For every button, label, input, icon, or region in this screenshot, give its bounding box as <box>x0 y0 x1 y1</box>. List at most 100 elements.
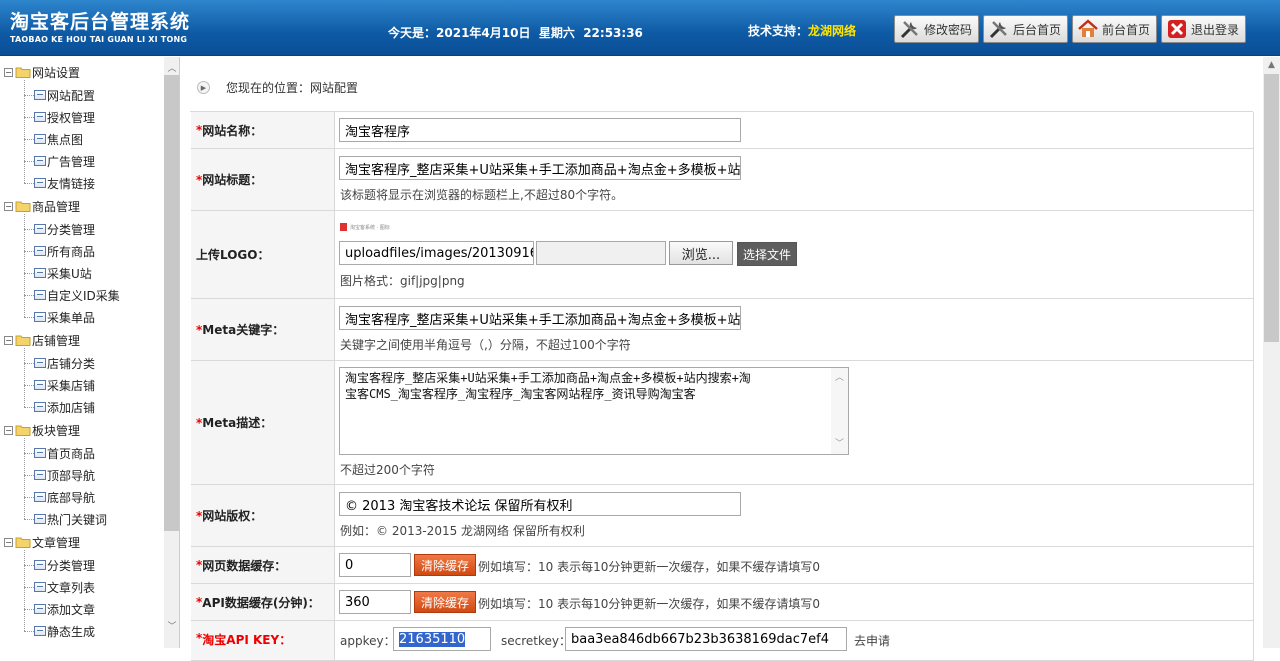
folder-icon <box>15 67 31 78</box>
sidebar-scrollbar-thumb[interactable] <box>164 75 179 531</box>
sidebar-item[interactable]: 热门关键词 <box>34 510 107 528</box>
sidebar-item[interactable]: 顶部导航 <box>34 466 95 484</box>
sidebar-item[interactable]: 首页商品 <box>34 444 95 462</box>
page-icon <box>34 380 46 390</box>
collapse-icon[interactable]: − <box>4 201 13 211</box>
sidebar-item[interactable]: 添加店铺 <box>34 398 95 416</box>
chevron-down-icon: ﹀ <box>835 439 845 449</box>
chevron-up-icon: ︿ <box>835 373 845 383</box>
sidebar-item[interactable]: 自定义ID采集 <box>34 286 120 304</box>
page-icon <box>34 134 46 144</box>
change-password-button[interactable]: 修改密码 <box>894 15 980 43</box>
collapse-icon[interactable]: − <box>4 425 13 435</box>
home-icon <box>1078 19 1098 37</box>
page-icon <box>34 358 46 368</box>
sidebar-item[interactable]: 采集单品 <box>34 308 95 326</box>
page-icon <box>34 448 46 458</box>
chevron-down-icon[interactable]: ﹀ <box>164 617 179 633</box>
api-cache-input[interactable]: 360 <box>339 590 411 614</box>
folder-icon <box>15 335 31 346</box>
choose-file-button[interactable]: 选择文件 <box>737 242 798 266</box>
row-page-cache: * 网页数据缓存： 0 清除缓存 例如填写：10 表示每10分钟更新一次缓存，如果… <box>191 547 1254 584</box>
sidebar-item[interactable]: 静态生成 <box>34 622 95 640</box>
row-meta-keywords: * Meta关键字： 淘宝客程序_整店采集+U站采集+手工添加商品+淘点金+多模板… <box>191 299 1254 361</box>
admin-home-button[interactable]: 后台首页 <box>983 15 1069 43</box>
front-home-button[interactable]: 前台首页 <box>1072 15 1158 43</box>
textarea-scrollbar[interactable]: ︿ ﹀ <box>831 368 848 454</box>
collapse-icon[interactable]: − <box>4 335 13 345</box>
row-api-cache: * API数据缓存(分钟)： 360 清除缓存 例如填写：10 表示每10分钟更新… <box>191 584 1254 621</box>
sidebar-item[interactable]: 文章列表 <box>34 578 95 596</box>
sidebar-item[interactable]: 分类管理 <box>34 556 95 574</box>
meta-keywords-input[interactable]: 淘宝客程序_整店采集+U站采集+手工添加商品+淘点金+多模板+站内 <box>339 306 741 330</box>
sidebar-item[interactable]: 添加文章 <box>34 600 95 618</box>
date-display: 今天是：2021年4月10日 星期六 22:53:36 <box>388 26 643 40</box>
meta-desc-hint: 不超过200个字符 <box>340 463 435 477</box>
sidebar-item[interactable]: 授权管理 <box>34 108 95 126</box>
page-icon <box>34 514 46 524</box>
page-icon <box>34 112 46 122</box>
sidebar-item[interactable]: 采集U站 <box>34 264 92 282</box>
main-scrollbar-thumb[interactable] <box>1264 74 1279 342</box>
sidebar-item[interactable]: 网站配置 <box>34 86 95 104</box>
page-icon <box>34 582 46 592</box>
page-icon <box>34 626 46 636</box>
site-title-input[interactable]: 淘宝客程序_整店采集+U站采集+手工添加商品+淘点金+多模板+站内 <box>339 156 741 180</box>
appkey-input[interactable]: 21635110 <box>393 627 491 651</box>
site-name-input[interactable]: 淘宝客程序 <box>339 118 741 142</box>
page-icon <box>34 470 46 480</box>
logo-preview: 淘宝客系统 · 图标 <box>340 223 390 231</box>
meta-keywords-hint: 关键字之间使用半角逗号（,）分隔，不超过100个字符 <box>340 338 631 352</box>
clear-api-cache-button[interactable]: 清除缓存 <box>414 591 477 613</box>
page-icon <box>34 224 46 234</box>
page-icon <box>34 156 46 166</box>
breadcrumb: ▶ 您现在的位置： 网站配置 <box>197 79 358 96</box>
tech-support: 技术支持：龙湖网络 <box>748 24 857 38</box>
clear-page-cache-button[interactable]: 清除缓存 <box>414 554 477 576</box>
row-site-title: * 网站标题： 淘宝客程序_整店采集+U站采集+手工添加商品+淘点金+多模板+站内… <box>191 149 1254 211</box>
page-cache-input[interactable]: 0 <box>339 553 411 577</box>
copyright-hint: 例如：© 2013-2015 龙湖网络 保留所有权利 <box>340 524 585 538</box>
logo-format-hint: 图片格式：gif|jpg|png <box>340 274 465 288</box>
meta-desc-textarea[interactable]: 淘宝客程序_整店采集+U站采集+手工添加商品+淘点金+多模板+站内搜索+淘 宝客… <box>339 367 849 455</box>
folder-icon <box>15 537 31 548</box>
chevron-up-icon[interactable]: ▲ <box>1263 57 1280 73</box>
page-icon <box>34 290 46 300</box>
collapse-icon[interactable]: − <box>4 67 13 77</box>
copyright-input[interactable]: © 2013 淘宝客技术论坛 保留所有权利 <box>339 492 741 516</box>
sidebar-group[interactable]: − 板块管理 <box>4 421 80 439</box>
page-icon <box>34 560 46 570</box>
close-icon <box>1168 20 1187 38</box>
row-site-name: * 网站名称： 淘宝客程序 <box>191 112 1254 149</box>
sidebar-group[interactable]: − 文章管理 <box>4 533 80 551</box>
sidebar-group[interactable]: − 网站设置 <box>4 63 80 81</box>
page-cache-hint: 例如填写：10 表示每10分钟更新一次缓存，如果不缓存请填写0 <box>478 560 820 574</box>
apply-link[interactable]: 去申请 <box>854 632 890 649</box>
folder-icon <box>15 201 31 212</box>
secretkey-input[interactable]: baa3ea846db667b23b3638169dac7ef4 <box>565 627 847 651</box>
sidebar-item[interactable]: 焦点图 <box>34 130 83 148</box>
config-form: * 网站名称： 淘宝客程序 * 网站标题： 淘宝客程序_整店采集+U站采集+手工添加… <box>190 111 1254 661</box>
sidebar-item[interactable]: 所有商品 <box>34 242 95 260</box>
collapse-icon[interactable]: − <box>4 537 13 547</box>
sidebar-group[interactable]: − 店铺管理 <box>4 331 80 349</box>
row-api-key: * 淘宝API KEY： appkey： 21635110 secretkey： … <box>191 621 1254 661</box>
support-link[interactable]: 龙湖网络 <box>808 24 856 38</box>
sidebar-item[interactable]: 分类管理 <box>34 220 95 238</box>
sidebar-tree: − 网站设置 网站配置 授权管理 焦点图 广告管理 友情链接 − 商品管理 分类管理 所有商品 采集U… <box>0 57 180 648</box>
logo-path-input[interactable]: uploadfiles/images/20130916/37 <box>339 241 534 265</box>
sidebar-group[interactable]: − 商品管理 <box>4 197 80 215</box>
sidebar-item[interactable]: 店铺分类 <box>34 354 95 372</box>
chevron-up-icon[interactable]: ︿ <box>164 59 179 75</box>
sidebar-item[interactable]: 底部导航 <box>34 488 95 506</box>
logout-button[interactable]: 退出登录 <box>1161 15 1247 43</box>
file-name-field <box>536 241 666 265</box>
sidebar-item[interactable]: 广告管理 <box>34 152 95 170</box>
logo-preview-icon <box>340 223 347 231</box>
folder-icon <box>15 425 31 436</box>
sidebar-item[interactable]: 友情链接 <box>34 174 95 192</box>
sidebar-item[interactable]: 采集店铺 <box>34 376 95 394</box>
browse-button[interactable]: 浏览... <box>669 241 733 265</box>
main-content: ▶ 您现在的位置： 网站配置 * 网站名称： 淘宝客程序 * 网站标题： 淘宝客程序_… <box>181 57 1263 661</box>
page-icon <box>34 402 46 412</box>
